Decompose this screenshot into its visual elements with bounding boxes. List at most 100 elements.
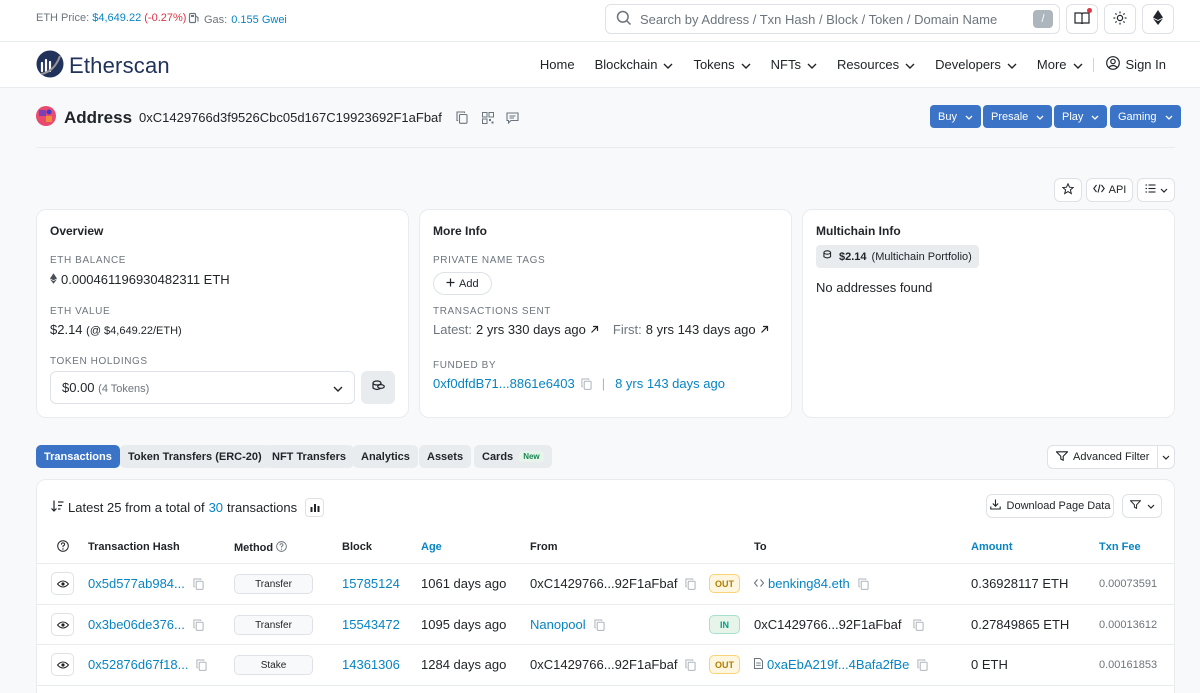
arrow-up-right-icon[interactable] xyxy=(760,322,769,337)
eth-price-value[interactable]: $4,649.22 xyxy=(92,12,141,24)
info-icon[interactable] xyxy=(276,541,287,555)
nav-more[interactable]: More xyxy=(1037,57,1083,72)
copy-icon[interactable] xyxy=(193,618,204,631)
more-options-button[interactable] xyxy=(1137,178,1175,202)
block-link[interactable]: 15785124 xyxy=(342,576,400,591)
token-wallet-button[interactable] xyxy=(361,371,395,404)
tx-hash[interactable]: 0x5d577ab984... xyxy=(88,576,185,591)
gas-pump-icon xyxy=(188,12,200,27)
favorite-button[interactable] xyxy=(1054,178,1082,202)
nav-more-label: More xyxy=(1036,57,1067,72)
copy-icon[interactable] xyxy=(581,377,592,390)
sign-in-link[interactable]: Sign In xyxy=(1105,56,1166,73)
tab-nft-transfers[interactable]: NFT Transfers xyxy=(264,445,354,468)
chevron-down-icon xyxy=(1165,111,1173,123)
qr-code-icon[interactable] xyxy=(481,111,494,124)
block-link[interactable]: 15543472 xyxy=(342,617,400,632)
transactions-sent: Latest: 2 yrs 330 days ago First: 8 yrs … xyxy=(433,322,769,337)
advanced-filter-button[interactable]: Advanced Filter xyxy=(1047,445,1175,469)
overview-title: Overview xyxy=(50,224,104,238)
api-button[interactable]: API xyxy=(1086,178,1133,202)
tx-hash[interactable]: 0x3be06de376... xyxy=(88,617,185,632)
network-button[interactable] xyxy=(1142,4,1174,34)
presale-button[interactable]: Presale xyxy=(983,105,1053,128)
summary-total[interactable]: 30 xyxy=(209,500,223,515)
to-address[interactable]: benking84.eth xyxy=(768,576,850,591)
tab-assets[interactable]: Assets xyxy=(419,445,472,468)
tab-cards[interactable]: Cards New xyxy=(474,445,552,468)
search-input[interactable]: Search by Address / Txn Hash / Block / T… xyxy=(640,12,1033,27)
funded-by-age[interactable]: 8 yrs 143 days ago xyxy=(615,376,725,391)
nav-blockchain[interactable]: Blockchain xyxy=(595,57,674,72)
comment-icon[interactable] xyxy=(506,111,519,124)
direction-badge: OUT xyxy=(709,655,740,674)
copy-icon[interactable] xyxy=(913,618,925,631)
from-address[interactable]: Nanopool xyxy=(530,617,586,632)
nav-nfts-label: NFTs xyxy=(770,57,801,72)
nav-tokens[interactable]: Tokens xyxy=(693,57,751,72)
copy-icon[interactable] xyxy=(594,618,605,631)
tx-hash-cell: 0x52876d67f18... xyxy=(88,657,208,672)
preview-button[interactable] xyxy=(51,613,74,636)
col-age[interactable]: Age xyxy=(421,541,442,553)
chevron-down-icon xyxy=(807,57,817,72)
etherscan-logo[interactable]: Etherscan xyxy=(36,50,170,81)
search-box[interactable]: Search by Address / Txn Hash / Block / T… xyxy=(605,4,1060,34)
copy-icon[interactable] xyxy=(196,658,208,671)
copy-icon[interactable] xyxy=(685,658,697,671)
copy-icon[interactable] xyxy=(193,577,204,590)
tab-label: Transactions xyxy=(44,450,112,463)
col-txn-fee[interactable]: Txn Fee xyxy=(1099,541,1141,553)
chevron-down-icon xyxy=(1091,111,1099,123)
download-page-data-button[interactable]: Download Page Data xyxy=(986,494,1114,518)
arrow-up-right-icon[interactable] xyxy=(590,322,599,337)
nav-developers[interactable]: Developers xyxy=(935,57,1017,72)
sign-in-label: Sign In xyxy=(1125,57,1166,72)
method-badge: Transfer xyxy=(234,574,313,594)
chart-button[interactable] xyxy=(305,498,325,517)
copy-icon[interactable] xyxy=(456,111,468,124)
tab-transactions[interactable]: Transactions xyxy=(36,445,120,468)
add-tag-button[interactable]: Add xyxy=(433,272,492,295)
summary-prefix: Latest 25 from a total of xyxy=(68,500,205,515)
nav-resources[interactable]: Resources xyxy=(837,57,915,72)
advanced-filter-toggle[interactable] xyxy=(1158,451,1174,463)
tab-token-transfers[interactable]: Token Transfers (ERC-20) xyxy=(120,445,270,468)
explorer-button[interactable] xyxy=(1066,4,1098,34)
column-filter-button[interactable] xyxy=(1122,494,1162,518)
latest-tx-age: 2 yrs 330 days ago xyxy=(476,322,586,337)
copy-icon[interactable] xyxy=(917,658,928,671)
token-holdings-dropdown[interactable]: $0.00 (4 Tokens) xyxy=(50,371,355,404)
multichain-portfolio-badge[interactable]: $2.14 (Multichain Portfolio) xyxy=(816,245,979,268)
block-link[interactable]: 14361306 xyxy=(342,657,400,672)
advanced-filter-main[interactable]: Advanced Filter xyxy=(1048,446,1159,468)
portfolio-label: (Multichain Portfolio) xyxy=(871,250,972,263)
eth-balance-value: 0.000461196930482311 ETH xyxy=(61,272,230,287)
funded-by-address[interactable]: 0xf0dfdB71...8861e6403 xyxy=(433,376,575,391)
from-address[interactable]: 0xC1429766...92F1aFbaf xyxy=(530,576,677,591)
buy-button[interactable]: Buy xyxy=(930,105,981,128)
play-button[interactable]: Play xyxy=(1054,105,1108,128)
tab-analytics[interactable]: Analytics xyxy=(353,445,418,468)
theme-toggle-button[interactable] xyxy=(1104,4,1136,34)
to-address[interactable]: 0xC1429766...92F1aFbaf xyxy=(754,617,901,632)
to-address[interactable]: 0xaEbA219f...4Bafa2fBe xyxy=(767,657,909,672)
preview-button[interactable] xyxy=(51,653,74,676)
star-icon xyxy=(1061,182,1075,198)
col-amount[interactable]: Amount xyxy=(971,541,1013,553)
from-address[interactable]: 0xC1429766...92F1aFbaf xyxy=(530,657,677,672)
gas-value[interactable]: 0.155 Gwei xyxy=(231,14,287,26)
info-icon[interactable] xyxy=(57,540,69,555)
copy-icon[interactable] xyxy=(858,577,869,590)
copy-icon[interactable] xyxy=(685,577,697,590)
tx-hash[interactable]: 0x52876d67f18... xyxy=(88,657,188,672)
gaming-button[interactable]: Gaming xyxy=(1110,105,1181,128)
nav-home[interactable]: Home xyxy=(540,57,575,72)
eth-balance: 0.000461196930482311 ETH xyxy=(50,272,230,287)
preview-button[interactable] xyxy=(51,572,74,595)
to-cell: benking84.eth xyxy=(753,576,869,591)
page-title: Address xyxy=(64,107,133,127)
nav-nfts[interactable]: NFTs xyxy=(771,57,817,72)
more-info-title: More Info xyxy=(433,224,487,238)
multichain-empty: No addresses found xyxy=(816,280,933,295)
